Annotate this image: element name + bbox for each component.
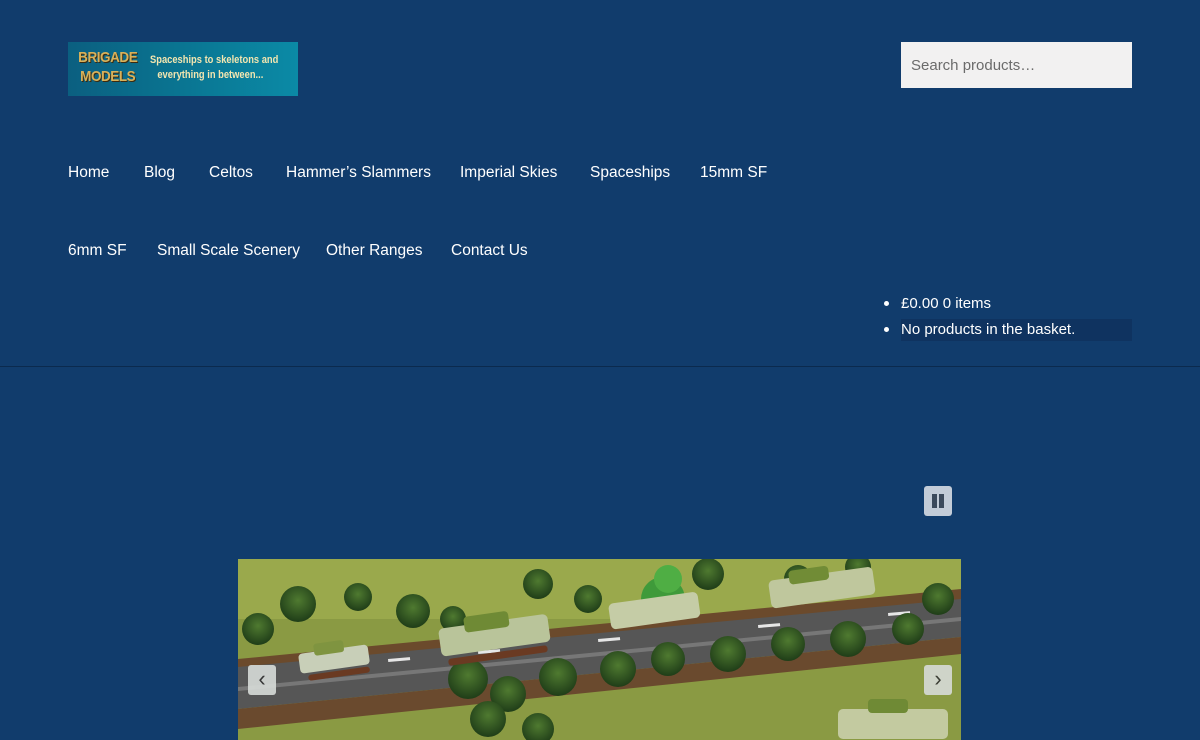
site-logo[interactable]: BRIGADE MODELS Spaceships to skeletons a…	[68, 42, 298, 96]
nav-item-contact-us[interactable]: Contact Us	[451, 242, 528, 260]
slider-image	[238, 559, 961, 740]
nav-item-6mm-sf[interactable]: 6mm SF	[68, 242, 127, 260]
nav-item-spaceships[interactable]: Spaceships	[590, 164, 670, 182]
logo-brand-text: BRIGADE MODELS	[78, 49, 138, 85]
nav-item-small-scale-scenery[interactable]: Small Scale Scenery	[157, 242, 300, 260]
nav-item-other-ranges[interactable]: Other Ranges	[326, 242, 423, 260]
header-divider	[0, 366, 1200, 367]
search-input[interactable]	[901, 42, 1132, 88]
chevron-left-icon[interactable]: ‹	[248, 665, 276, 695]
cart-summary-text[interactable]: £0.00 0 items	[901, 295, 991, 312]
cart-empty-message: No products in the basket.	[901, 319, 1132, 341]
nav-item-hammers-slammers[interactable]: Hammer’s Slammers	[286, 164, 431, 182]
nav-item-home[interactable]: Home	[68, 164, 109, 182]
nav-item-15mm-sf[interactable]: 15mm SF	[700, 164, 767, 182]
logo-tagline: Spaceships to skeletons and everything i…	[150, 54, 279, 81]
nav-item-imperial-skies[interactable]: Imperial Skies	[460, 164, 557, 182]
cart-summary[interactable]: £0.00 0 items	[883, 293, 1132, 319]
mini-cart: £0.00 0 items No products in the basket.	[883, 293, 1132, 345]
nav-item-celtos[interactable]: Celtos	[209, 164, 253, 182]
tabletop-scene-image	[238, 559, 961, 740]
pause-icon[interactable]	[924, 486, 952, 516]
chevron-right-icon[interactable]: ›	[924, 665, 952, 695]
nav-item-blog[interactable]: Blog	[144, 164, 175, 182]
cart-empty-item: No products in the basket.	[883, 319, 1132, 345]
